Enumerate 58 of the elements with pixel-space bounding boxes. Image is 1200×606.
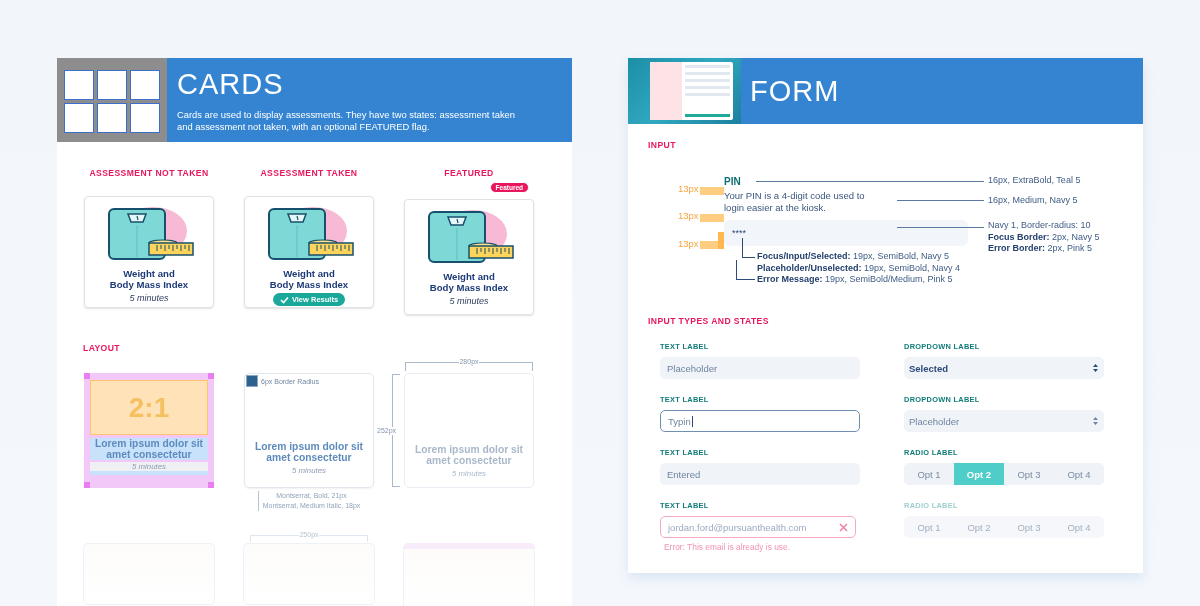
radio-option[interactable]: Opt 4 (1054, 463, 1104, 485)
card-duration: 5 minutes (129, 293, 169, 303)
pin-input-field[interactable]: **** (724, 220, 968, 246)
spacing-label: 13px (678, 183, 699, 194)
annotation-text: Placeholder/Unselected: 19px, SemiBold, Navy 4 (757, 262, 961, 273)
close-icon (839, 522, 848, 532)
annotation-text: Focus Border: 2px, Navy 5 (988, 232, 1100, 242)
chevron-updown-icon (1092, 363, 1099, 373)
corner-guide (84, 373, 90, 379)
annotation-text: 16px, Medium, Navy 5 (988, 195, 1078, 205)
section-heading: INPUT TYPES AND STATES (648, 316, 770, 326)
assessment-card[interactable]: Weight and Body Mass Index 5 minutes (84, 196, 214, 308)
text-field[interactable]: Placeholder (660, 357, 860, 379)
card-title: Weight and Body Mass Index (109, 269, 189, 290)
card-title: Lorem ipsum dolor sit amet consectetur (414, 444, 524, 466)
panel-title: FORM (749, 74, 840, 108)
card-title: Weight and Body Mass Index (429, 272, 509, 293)
section-heading: ASSESSMENT NOT TAKEN (89, 168, 209, 178)
spacing-label: 13px (678, 210, 699, 221)
section-heading: LAYOUT (83, 343, 121, 353)
card-title: Weight and Body Mass Index (269, 269, 349, 290)
corner-guide (208, 482, 214, 488)
card-title: Lorem ipsum dolor sit amet consectetur (90, 438, 208, 460)
check-icon (279, 295, 289, 304)
assessment-card[interactable]: Weight and Body Mass Index 5 minutes (404, 199, 534, 315)
corner-radius-marker (246, 375, 258, 387)
text-field[interactable]: Typin (660, 410, 860, 432)
panel-description: Cards are used to display assessments. They have two states: assessment taken and assessment not taken, with an optional FEATURED flag. (177, 109, 516, 133)
text-field[interactable]: jordan.ford@pursuanthealth.com (660, 516, 856, 538)
corner-guide (84, 482, 90, 488)
help-text: Your PIN is a 4-digit code used to login easier at the kiosk. (724, 190, 865, 214)
annotation-text: Navy 1, Border-radius: 10 (988, 220, 1091, 230)
spacing-marker (700, 187, 724, 195)
dropdown[interactable]: Selected (904, 357, 1104, 379)
annotation-text: Focus/Input/Selected: 19px, SemiBold, Navy 5 (757, 251, 950, 261)
spacing-label: 13px (678, 238, 699, 249)
text-field[interactable]: Entered (660, 463, 860, 485)
radio-option[interactable]: Opt 2 (954, 463, 1004, 485)
annotation-text: Error Message: 19px, SemiBold/Medium, Pink 5 (757, 274, 953, 284)
annotation-text: Error Border: 2px, Pink 5 (988, 243, 1093, 253)
corner-guide (208, 373, 214, 379)
section-heading: FEATURED (444, 168, 494, 178)
field-label: PIN (724, 176, 741, 187)
aspect-ratio-label: 2:1 (128, 391, 170, 424)
leader-line (742, 238, 755, 258)
card-title: Lorem ipsum dolor sit amet consectetur (254, 441, 364, 463)
error-message: Error: This email is already is use. (663, 542, 791, 552)
card-duration: 5 minutes (449, 296, 489, 306)
section-heading: ASSESSMENT TAKEN (260, 168, 358, 178)
radio-option[interactable]: Opt 3 (1004, 463, 1054, 485)
spacing-marker (700, 214, 724, 222)
chevron-updown-icon (1092, 416, 1099, 426)
panel-title: CARDS (177, 68, 285, 101)
section-heading: INPUT (648, 140, 677, 150)
radio-option[interactable]: Opt 1 (904, 463, 954, 485)
dropdown[interactable]: Placeholder (904, 410, 1104, 432)
annotation-text: 16px, ExtraBold, Teal 5 (988, 175, 1081, 185)
leader-line (736, 260, 755, 280)
